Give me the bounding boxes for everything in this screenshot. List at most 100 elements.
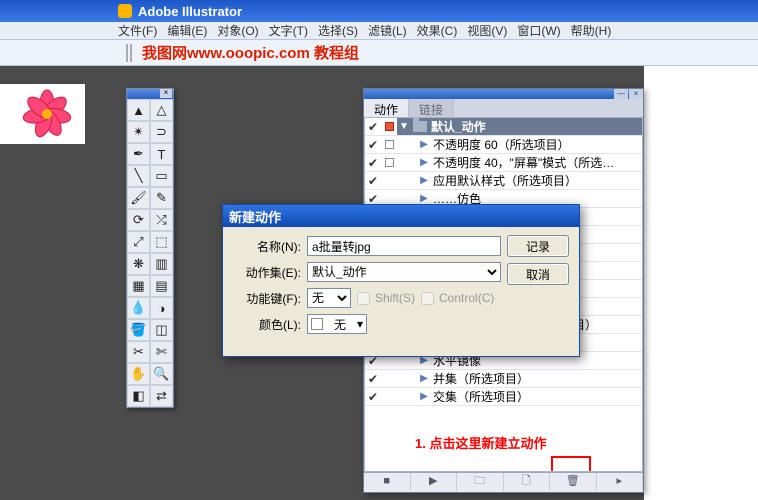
action-row[interactable]: ✔ ▶ 不透明度 40，"屏幕"模式（所选… (365, 154, 642, 172)
play-button[interactable]: ▶ (411, 473, 458, 491)
zoom-tool[interactable]: 🔍 (150, 363, 173, 385)
slice-tool[interactable]: ✂ (127, 341, 150, 363)
menu-effect[interactable]: 效果(C) (417, 22, 458, 39)
toggle-check-icon[interactable]: ✔ (365, 156, 381, 170)
toggle-check-icon[interactable]: ✔ (365, 174, 381, 188)
scissors-tool[interactable]: ✄ (150, 341, 173, 363)
menu-view[interactable]: 视图(V) (467, 22, 507, 39)
action-label: 交集（所选项目） (433, 388, 642, 405)
graph-tool[interactable]: ▥ (150, 253, 173, 275)
palette-header[interactable]: × (127, 89, 173, 99)
new-action-button[interactable]: 🗋 (504, 473, 551, 491)
live-paint-selection-tool[interactable]: ◫ (150, 319, 173, 341)
disclosure-right-icon[interactable]: ▶ (419, 139, 429, 150)
dialog-title[interactable]: 新建动作 (223, 205, 579, 227)
direct-selection-tool[interactable]: △ (150, 99, 173, 121)
action-row[interactable]: ✔▶并集（所选项目） (365, 370, 642, 388)
gradient-tool[interactable]: ▤ (150, 275, 173, 297)
action-set-select[interactable]: 默认_动作 (307, 262, 501, 282)
panel-controls: — × (364, 89, 643, 99)
menu-object[interactable]: 对象(O) (217, 22, 258, 39)
color-select[interactable]: 无 ▾ (307, 314, 367, 334)
action-label: 不透明度 60（所选项目） (433, 136, 642, 153)
color-swatch-icon (311, 318, 323, 330)
function-key-select[interactable]: 无 (307, 288, 351, 308)
swap-fill-stroke-tool[interactable]: ⇄ (150, 385, 173, 407)
disclosure-right-icon[interactable]: ▶ (419, 373, 429, 384)
type-tool[interactable]: T (150, 143, 173, 165)
disclosure-right-icon[interactable]: ▶ (419, 391, 429, 402)
toggle-check-icon[interactable]: ✔ (365, 120, 381, 134)
chevron-down-icon: ▾ (357, 317, 363, 331)
action-row[interactable]: ✔ ▶ 不透明度 60（所选项目） (365, 136, 642, 154)
pencil-tool[interactable]: ✎ (150, 187, 173, 209)
shift-checkbox: Shift(S) (357, 291, 415, 305)
stop-button[interactable]: ■ (364, 473, 411, 491)
disclosure-right-icon[interactable]: ▶ (419, 193, 429, 204)
reflect-tool[interactable]: ⤮ (150, 209, 173, 231)
menu-window[interactable]: 窗口(W) (517, 22, 560, 39)
disclosure-right-icon[interactable]: ▶ (419, 175, 429, 186)
menu-edit[interactable]: 编辑(E) (167, 22, 207, 39)
hand-tool[interactable]: ✋ (127, 363, 150, 385)
action-set-name: 默认_动作 (431, 118, 642, 135)
dialog-toggle-icon[interactable] (385, 140, 394, 149)
tab-actions[interactable]: 动作 (364, 99, 409, 117)
new-set-button[interactable]: 🗀 (457, 473, 504, 491)
menu-filter[interactable]: 滤镜(L) (368, 22, 407, 39)
live-paint-tool[interactable]: 🪣 (127, 319, 150, 341)
rectangle-tool[interactable]: ▭ (150, 165, 173, 187)
fkey-label: 功能键(F): (231, 290, 301, 307)
artboard (0, 84, 85, 144)
cancel-button[interactable]: 取消 (507, 263, 569, 285)
ctrl-checkbox: Control(C) (421, 291, 494, 305)
paintbrush-tool[interactable]: 🖌 (127, 187, 150, 209)
pen-tool[interactable]: ✒ (127, 143, 150, 165)
grip-icon (126, 44, 132, 62)
tab-links[interactable]: 链接 (409, 99, 454, 117)
menu-file[interactable]: 文件(F) (118, 22, 157, 39)
banner-text: 我图网www.ooopic.com 教程组 (142, 42, 359, 63)
shift-check-input (357, 292, 370, 305)
toggle-check-icon[interactable]: ✔ (365, 390, 381, 404)
action-row[interactable]: ✔ ▶ 交集（所选项目） (365, 388, 642, 406)
symbol-sprayer-tool[interactable]: ❋ (127, 253, 150, 275)
menu-select[interactable]: 选择(S) (318, 22, 358, 39)
disclosure-down-icon[interactable]: ▼ (399, 121, 409, 132)
menubar: 文件(F) 编辑(E) 对象(O) 文字(T) 选择(S) 滤镜(L) 效果(C… (0, 22, 758, 40)
dialog-toggle-icon[interactable] (385, 122, 394, 131)
action-set-header[interactable]: ✔ ▼ 默认_动作 (365, 118, 642, 136)
minimize-icon[interactable]: — (614, 89, 628, 99)
scale-tool[interactable]: ⤢ (127, 231, 150, 253)
close-icon[interactable]: × (160, 89, 172, 98)
fill-stroke-tool[interactable]: ◧ (127, 385, 150, 407)
delete-button[interactable]: 🗑 (550, 473, 597, 491)
folder-icon (413, 121, 427, 132)
color-value: 无 (334, 316, 346, 333)
action-name-input[interactable] (307, 236, 501, 256)
dialog-toggle-icon[interactable] (385, 158, 394, 167)
line-tool[interactable]: ╲ (127, 165, 150, 187)
rotate-tool[interactable]: ⟳ (127, 209, 150, 231)
app-logo-icon (118, 4, 132, 18)
blend-tool[interactable]: ◑ (150, 297, 173, 319)
tool-palette: × ▲ △ ✴ ⊃ ✒ T ╲ ▭ 🖌 ✎ ⟳ ⤮ ⤢ ⬚ ❋ ▥ ▦ ▤ 💧 … (126, 88, 174, 408)
mesh-tool[interactable]: ▦ (127, 275, 150, 297)
menu-text[interactable]: 文字(T) (269, 22, 308, 39)
action-row[interactable]: ✔▶应用默认样式（所选项目） (365, 172, 642, 190)
close-icon[interactable]: × (629, 89, 643, 99)
magic-wand-tool[interactable]: ✴ (127, 121, 150, 143)
eyedropper-tool[interactable]: 💧 (127, 297, 150, 319)
panel-menu-button[interactable]: ▸ (597, 473, 644, 491)
action-label: 不透明度 40，"屏幕"模式（所选… (433, 154, 642, 171)
toggle-check-icon[interactable]: ✔ (365, 138, 381, 152)
menu-help[interactable]: 帮助(H) (571, 22, 612, 39)
record-button[interactable]: 记录 (507, 235, 569, 257)
app-title: Adobe Illustrator (138, 4, 242, 19)
selection-tool[interactable]: ▲ (127, 99, 150, 121)
disclosure-right-icon[interactable]: ▶ (419, 157, 429, 168)
free-transform-tool[interactable]: ⬚ (150, 231, 173, 253)
toggle-check-icon[interactable]: ✔ (365, 372, 381, 386)
color-label: 颜色(L): (231, 316, 301, 333)
lasso-tool[interactable]: ⊃ (150, 121, 173, 143)
